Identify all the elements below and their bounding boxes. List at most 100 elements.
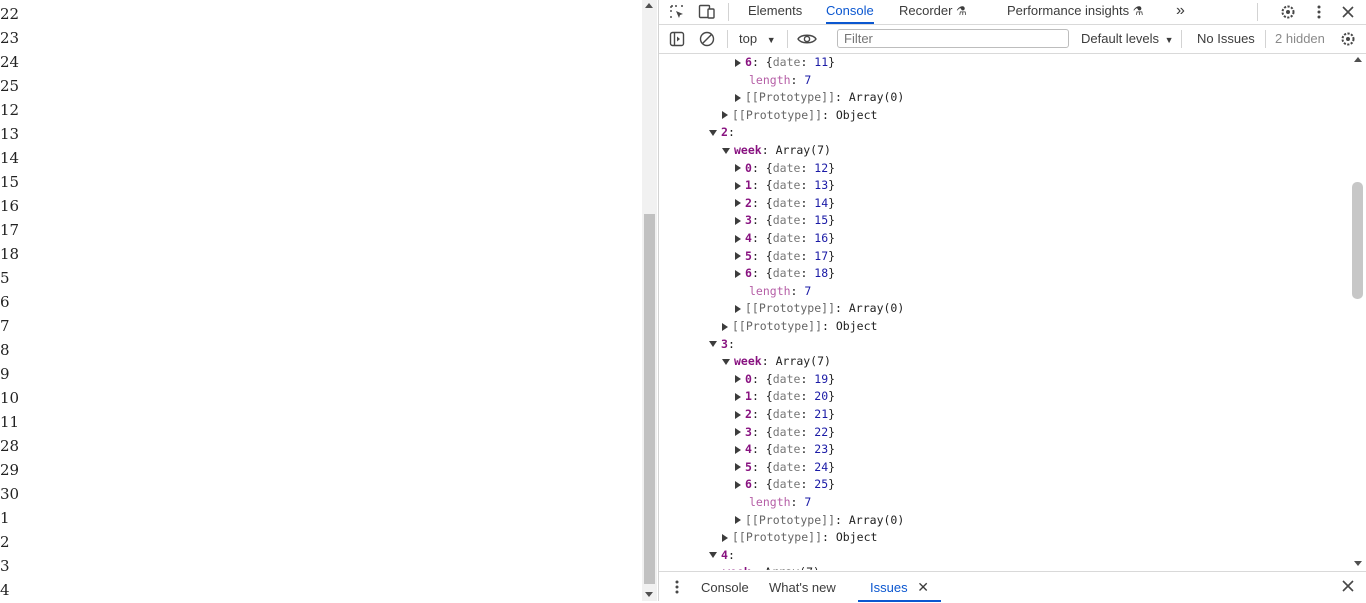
drawer-kebab-menu-icon[interactable] [667, 577, 687, 597]
console-line[interactable]: week: Array(7) [722, 142, 831, 159]
collapsed-triangle-icon[interactable] [735, 410, 741, 419]
collapsed-triangle-icon[interactable] [735, 445, 741, 454]
console-line[interactable]: 1: {date: 13} [735, 177, 835, 194]
sidebar-toggle-icon[interactable] [667, 29, 687, 49]
console-line[interactable]: week: Array(7) [723, 564, 820, 570]
scroll-up-arrow-icon[interactable] [1354, 57, 1362, 62]
console-scrollbar[interactable] [1350, 54, 1365, 570]
expanded-triangle-icon[interactable] [709, 129, 717, 136]
collapsed-triangle-icon[interactable] [735, 93, 741, 102]
console-line[interactable]: [[Prototype]]: Array(0) [735, 512, 904, 529]
console-line[interactable]: length: 7 [749, 283, 811, 300]
log-levels-dropdown[interactable]: Default levels ▼ [1081, 31, 1174, 46]
collapsed-triangle-icon[interactable] [735, 181, 741, 190]
property-key: 3 [745, 213, 752, 228]
collapsed-triangle-icon[interactable] [735, 463, 741, 472]
page-number-text: 22 [0, 5, 20, 23]
scroll-down-arrow-icon[interactable] [1354, 561, 1362, 566]
collapsed-triangle-icon[interactable] [735, 375, 741, 384]
collapsed-triangle-icon[interactable] [735, 252, 741, 261]
drawer-tab-console[interactable]: Console [701, 580, 749, 595]
clear-console-icon[interactable] [697, 29, 717, 49]
tab-performance-insights[interactable]: Performance insights ⚗ [1007, 0, 1144, 24]
close-drawer-icon[interactable] [1338, 576, 1358, 596]
page-scrollbar[interactable] [642, 0, 657, 601]
tab-recorder[interactable]: Recorder ⚗ [899, 0, 967, 24]
scroll-down-arrow-icon[interactable] [645, 592, 653, 597]
console-line[interactable]: 5: {date: 17} [735, 248, 835, 265]
scroll-up-arrow-icon[interactable] [645, 3, 653, 8]
property-key: 0 [745, 371, 752, 386]
collapsed-triangle-icon[interactable] [735, 164, 741, 173]
collapsed-triangle-icon[interactable] [735, 269, 741, 278]
close-tab-icon[interactable]: ✕ [917, 579, 929, 595]
console-line[interactable]: 3: {date: 22} [735, 424, 835, 441]
console-line[interactable]: 6: {date: 11} [735, 54, 835, 71]
live-expression-eye-icon[interactable] [797, 29, 817, 49]
collapsed-triangle-icon[interactable] [735, 216, 741, 225]
console-line[interactable]: 2: [709, 124, 742, 141]
console-line[interactable]: 0: {date: 12} [735, 160, 835, 177]
console-line[interactable]: length: 7 [749, 72, 811, 89]
drawer-tab-whats-new[interactable]: What's new [769, 580, 836, 595]
console-line[interactable]: 6: {date: 18} [735, 265, 835, 282]
console-line[interactable]: [[Prototype]]: Object [722, 318, 877, 335]
console-line[interactable]: 3: [709, 336, 742, 353]
collapsed-triangle-icon[interactable] [735, 58, 741, 67]
issues-counter[interactable]: No Issues [1197, 31, 1255, 46]
console-output: 6: {date: 11} length: 7 [[Prototype]]: Arr… [659, 54, 1349, 570]
console-line[interactable]: 2: {date: 14} [735, 195, 835, 212]
console-settings-gear-icon[interactable] [1338, 29, 1358, 49]
collapsed-triangle-icon[interactable] [735, 480, 741, 489]
colon-separator: : [751, 160, 766, 175]
page-number-text: 2 [0, 533, 10, 551]
expanded-triangle-icon[interactable] [722, 147, 730, 154]
tab-console[interactable]: Console [826, 0, 874, 24]
page-number-text: 9 [0, 365, 10, 383]
kebab-menu-icon[interactable] [1309, 2, 1329, 22]
console-line[interactable]: 2: {date: 21} [735, 406, 835, 423]
context-selector[interactable]: top ▼ [739, 31, 776, 46]
settings-gear-icon[interactable] [1278, 2, 1298, 22]
collapsed-triangle-icon[interactable] [722, 322, 728, 331]
page-number-text: 25 [0, 77, 20, 95]
console-line[interactable]: [[Prototype]]: Array(0) [735, 300, 904, 317]
colon-separator: : [751, 442, 766, 457]
collapsed-triangle-icon[interactable] [735, 392, 741, 401]
console-line[interactable]: length: 7 [749, 494, 811, 511]
console-line[interactable]: 4: {date: 23} [735, 441, 835, 458]
console-line[interactable]: 1: {date: 20} [735, 388, 835, 405]
page-scrollbar-thumb[interactable] [644, 214, 655, 584]
console-line[interactable]: 6: {date: 25} [735, 476, 835, 493]
collapsed-triangle-icon[interactable] [722, 533, 728, 542]
collapsed-triangle-icon[interactable] [735, 516, 741, 525]
property-key: 1 [745, 178, 752, 193]
console-line[interactable]: [[Prototype]]: Object [722, 529, 877, 546]
console-line[interactable]: 4: {date: 16} [735, 230, 835, 247]
console-line[interactable]: [[Prototype]]: Object [722, 107, 877, 124]
console-filter-input[interactable] [837, 29, 1069, 48]
expanded-triangle-icon[interactable] [709, 341, 717, 348]
console-scrollbar-thumb[interactable] [1352, 182, 1363, 299]
close-devtools-icon[interactable] [1338, 2, 1358, 22]
collapsed-triangle-icon[interactable] [735, 199, 741, 208]
collapsed-triangle-icon[interactable] [735, 304, 741, 313]
more-tabs-icon[interactable]: » [1176, 0, 1185, 24]
collapsed-triangle-icon[interactable] [735, 234, 741, 243]
console-line[interactable]: week: Array(7) [722, 353, 831, 370]
collapsed-triangle-icon[interactable] [735, 428, 741, 437]
page-number-text: 11 [0, 413, 20, 431]
tab-elements[interactable]: Elements [748, 0, 802, 24]
console-line[interactable]: 4: [709, 547, 742, 564]
collapsed-triangle-icon[interactable] [722, 111, 728, 120]
property-value: Object [835, 319, 878, 333]
console-line[interactable]: 3: {date: 15} [735, 212, 835, 229]
device-toolbar-icon[interactable] [697, 2, 717, 22]
console-line[interactable]: [[Prototype]]: Array(0) [735, 89, 904, 106]
expanded-triangle-icon[interactable] [722, 358, 730, 365]
console-line[interactable]: 0: {date: 19} [735, 371, 835, 388]
inspect-element-icon[interactable] [667, 2, 687, 22]
drawer-tab-issues[interactable]: Issues ✕ [858, 572, 941, 602]
expanded-triangle-icon[interactable] [709, 552, 717, 559]
console-line[interactable]: 5: {date: 24} [735, 459, 835, 476]
